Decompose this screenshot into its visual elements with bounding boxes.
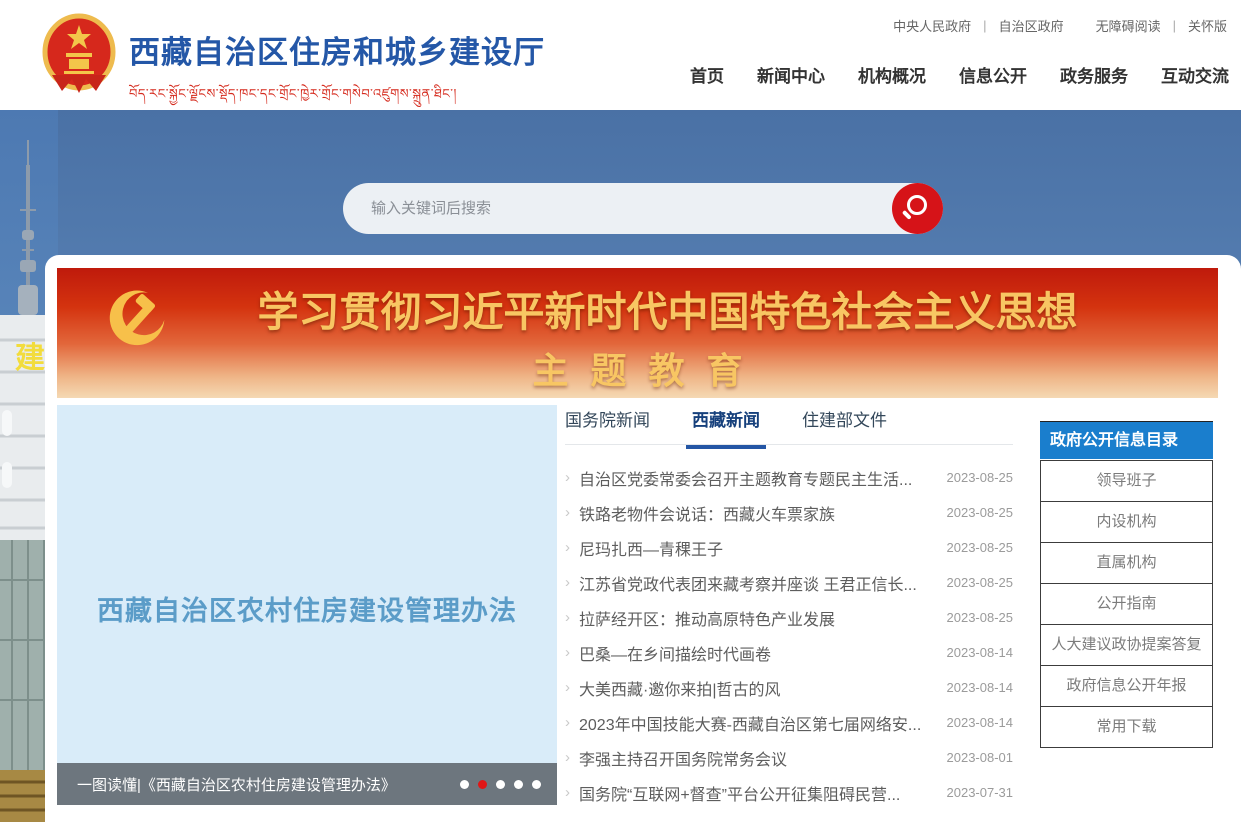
topbar-link-accessibility[interactable]: 无障碍阅读 — [1096, 16, 1161, 35]
carousel-dot[interactable] — [496, 780, 505, 789]
carousel-caption-text[interactable]: 一图读懂|《西藏自治区农村住房建设管理办法》 — [77, 774, 460, 795]
sidebar-item-npc-cppcc-replies[interactable]: 人大建议政协提案答复 — [1040, 624, 1213, 666]
tab-tibet-news[interactable]: 西藏新闻 — [692, 405, 760, 444]
sidebar-item-leadership[interactable]: 领导班子 — [1040, 460, 1213, 502]
topbar-link-region-gov[interactable]: 自治区政府 — [999, 16, 1064, 35]
bullet-icon: › — [565, 679, 570, 696]
national-emblem-icon — [42, 13, 116, 95]
search-bar — [343, 183, 943, 234]
topbar-separator: | — [983, 18, 986, 33]
news-item[interactable]: › 铁路老物件会说话：西藏火车票家族 2023-08-25 — [565, 495, 1013, 530]
news-date: 2023-08-25 — [947, 575, 1014, 590]
news-panel: 国务院新闻 西藏新闻 住建部文件 › 自治区党委常委会召开主题教育专题民主生活.… — [565, 405, 1013, 810]
building-logo-char: 建 — [15, 342, 45, 375]
tab-mohurd-documents[interactable]: 住建部文件 — [802, 405, 887, 444]
bullet-icon: › — [565, 784, 570, 801]
bullet-icon: › — [565, 504, 570, 521]
news-list: › 自治区党委常委会召开主题教育专题民主生活... 2023-08-25 › 铁… — [565, 460, 1013, 810]
nav-item-home[interactable]: 首页 — [690, 62, 724, 87]
news-item[interactable]: › 江苏省党政代表团来藏考察并座谈 王君正信长... 2023-08-25 — [565, 565, 1013, 600]
carousel[interactable]: 西藏自治区农村住房建设管理办法 一图读懂|《西藏自治区农村住房建设管理办法》 — [57, 405, 557, 805]
carousel-dot[interactable] — [532, 780, 541, 789]
carousel-dot[interactable] — [514, 780, 523, 789]
site-logo[interactable]: 西藏自治区住房和城乡建设厅 བོད་རང་སྐྱོང་ལྗོངས་སྡོད་ཁང… — [42, 13, 545, 116]
news-date: 2023-08-25 — [947, 505, 1014, 520]
bullet-icon: › — [565, 644, 570, 661]
nav-item-gov-services[interactable]: 政务服务 — [1060, 62, 1128, 87]
news-date: 2023-08-25 — [947, 540, 1014, 555]
search-input[interactable] — [343, 183, 943, 234]
bullet-icon: › — [565, 574, 570, 591]
news-date: 2023-07-31 — [947, 785, 1014, 800]
news-item[interactable]: › 2023年中国技能大赛-西藏自治区第七届网络安... 2023-08-14 — [565, 705, 1013, 740]
carousel-dot-active[interactable] — [478, 780, 487, 789]
news-item[interactable]: › 拉萨经开区：推动高原特色产业发展 2023-08-25 — [565, 600, 1013, 635]
topbar-separator: | — [1173, 18, 1176, 33]
carousel-dot[interactable] — [460, 780, 469, 789]
nav-item-organization[interactable]: 机构概况 — [858, 62, 926, 87]
sidebar-item-disclosure-guide[interactable]: 公开指南 — [1040, 583, 1213, 625]
gov-info-directory-title: 政府公开信息目录 — [1040, 421, 1213, 459]
carousel-dots — [460, 780, 541, 789]
nav-item-news-center[interactable]: 新闻中心 — [757, 62, 825, 87]
news-item[interactable]: › 大美西藏·邀你来拍|哲古的风 2023-08-14 — [565, 670, 1013, 705]
topbar-link-central-gov[interactable]: 中央人民政府 — [893, 16, 971, 35]
tab-state-council-news[interactable]: 国务院新闻 — [565, 405, 650, 444]
news-tabs: 国务院新闻 西藏新闻 住建部文件 — [565, 405, 1013, 445]
bullet-icon: › — [565, 469, 570, 486]
news-date: 2023-08-01 — [947, 750, 1014, 765]
party-emblem-icon — [97, 284, 173, 360]
nav-item-info-disclosure[interactable]: 信息公开 — [959, 62, 1027, 87]
page: 西藏自治区住房和城乡建设厅 བོད་རང་སྐྱོང་ལྗོངས་སྡོད་ཁང… — [0, 0, 1241, 822]
news-item[interactable]: › 尼玛扎西—青稞王子 2023-08-25 — [565, 530, 1013, 565]
nav-item-interaction[interactable]: 互动交流 — [1161, 62, 1229, 87]
sidebar-item-common-downloads[interactable]: 常用下载 — [1040, 706, 1213, 748]
bullet-icon: › — [565, 749, 570, 766]
main-nav: 首页 新闻中心 机构概况 信息公开 政务服务 互动交流 — [690, 62, 1229, 87]
news-item[interactable]: › 自治区党委常委会召开主题教育专题民主生活... 2023-08-25 — [565, 460, 1013, 495]
news-date: 2023-08-14 — [947, 645, 1014, 660]
news-item[interactable]: › 国务院“互联网+督查”平台公开征集阻碍民营... 2023-07-31 — [565, 775, 1013, 810]
gov-info-directory-list: 领导班子 内设机构 直属机构 公开指南 人大建议政协提案答复 政府信息公开年报 … — [1040, 460, 1213, 748]
bullet-icon: › — [565, 609, 570, 626]
gov-info-directory: 政府公开信息目录 领导班子 内设机构 直属机构 公开指南 人大建议政协提案答复 … — [1040, 421, 1213, 748]
sidebar-item-annual-report[interactable]: 政府信息公开年报 — [1040, 665, 1213, 707]
news-date: 2023-08-14 — [947, 680, 1014, 695]
topbar: 中央人民政府 | 自治区政府 无障碍阅读 | 关怀版 — [893, 16, 1227, 35]
brand-text: 西藏自治区住房和城乡建设厅 བོད་རང་སྐྱོང་ལྗོངས་སྡོད་ཁང… — [129, 13, 545, 116]
site-title: 西藏自治区住房和城乡建设厅 — [129, 27, 545, 72]
banner-line1: 学习贯彻习近平新时代中国特色社会主义思想 — [258, 278, 1078, 338]
topbar-link-care-version[interactable]: 关怀版 — [1188, 16, 1227, 35]
carousel-slide-title: 西藏自治区农村住房建设管理办法 — [57, 589, 557, 628]
site-header: 西藏自治区住房和城乡建设厅 བོད་རང་སྐྱོང་ལྗོངས་སྡོད་ཁང… — [0, 0, 1241, 110]
news-date: 2023-08-25 — [947, 610, 1014, 625]
news-item[interactable]: › 巴桑—在乡间描绘时代画卷 2023-08-14 — [565, 635, 1013, 670]
carousel-caption-bar: 一图读懂|《西藏自治区农村住房建设管理办法》 — [57, 763, 557, 805]
content-card: 学习贯彻习近平新时代中国特色社会主义思想 主题教育 西藏自治区农村住房建设管理办… — [45, 255, 1241, 822]
search-button[interactable] — [892, 183, 943, 234]
news-date: 2023-08-25 — [947, 470, 1014, 485]
news-date: 2023-08-14 — [947, 715, 1014, 730]
bullet-icon: › — [565, 539, 570, 556]
magnifier-icon — [907, 195, 927, 215]
theme-education-banner[interactable]: 学习贯彻习近平新时代中国特色社会主义思想 主题教育 — [57, 268, 1218, 398]
sidebar-item-internal-orgs[interactable]: 内设机构 — [1040, 501, 1213, 543]
news-item[interactable]: › 李强主持召开国务院常务会议 2023-08-01 — [565, 740, 1013, 775]
banner-line2: 主题教育 — [510, 342, 764, 394]
site-subtitle-tibetan: བོད་རང་སྐྱོང་ལྗོངས་སྡོད་ཁང་དང་གྲོང་ཁྱེར་… — [129, 79, 545, 116]
sidebar-item-affiliated-orgs[interactable]: 直属机构 — [1040, 542, 1213, 584]
bullet-icon: › — [565, 714, 570, 731]
